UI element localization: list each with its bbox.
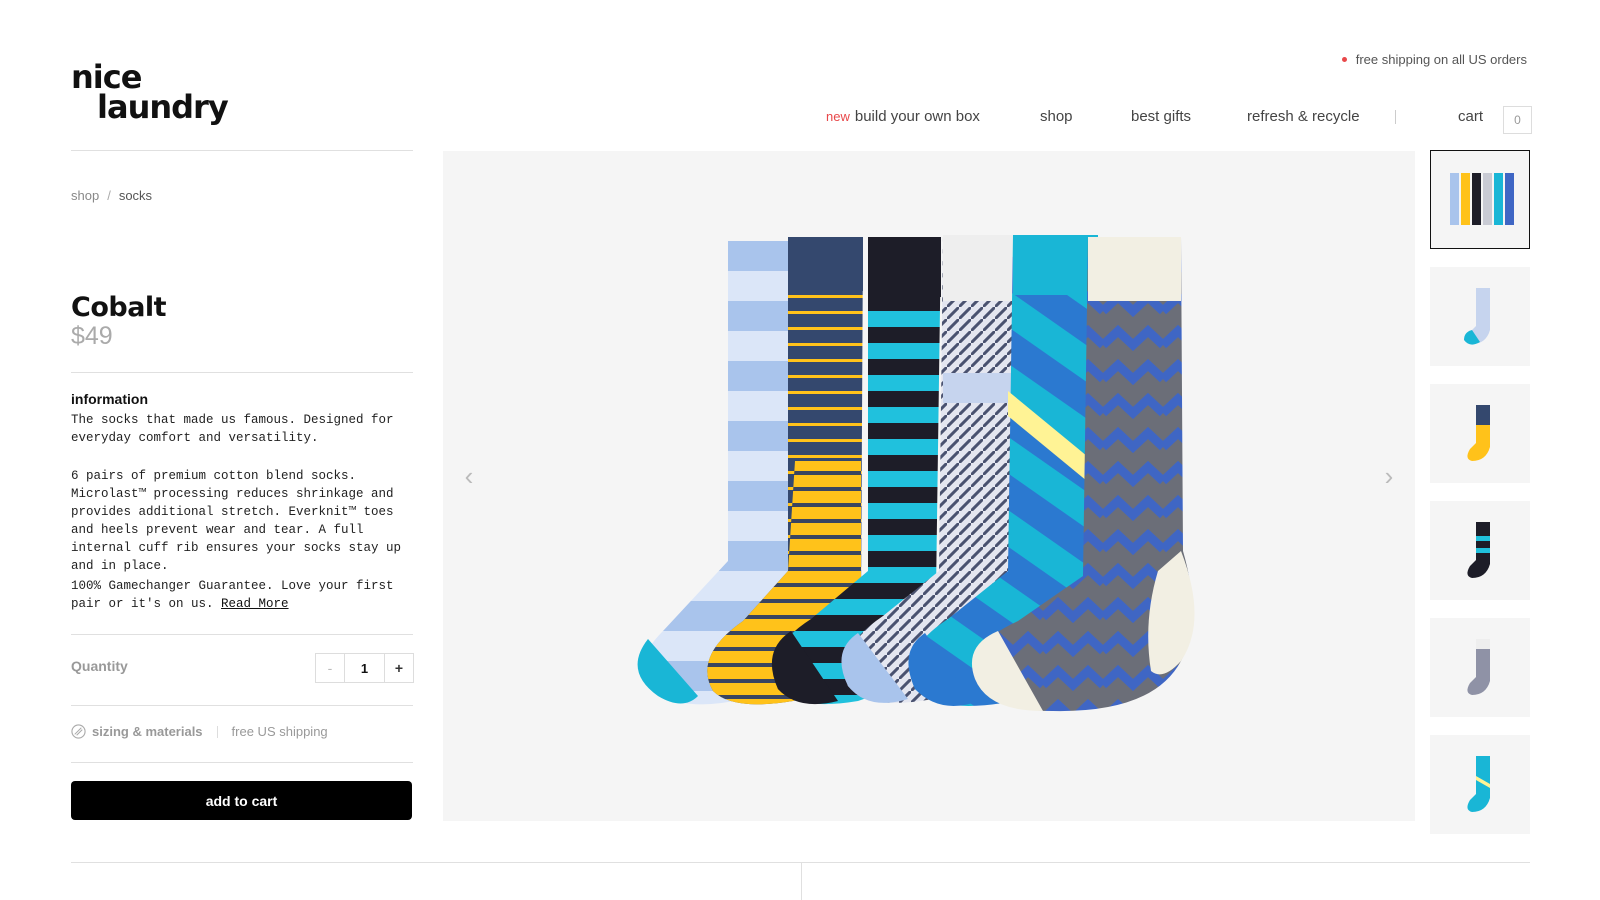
cart-link[interactable]: cart	[1458, 108, 1483, 125]
footer-column-divider	[801, 862, 802, 900]
quantity-value[interactable]: 1	[345, 654, 384, 682]
thumbnail-image	[1467, 404, 1490, 461]
add-to-cart-button[interactable]: add to cart	[71, 781, 412, 820]
divider	[71, 634, 413, 635]
breadcrumb-shop[interactable]: shop	[71, 188, 99, 203]
breadcrumb-socks[interactable]: socks	[119, 188, 152, 203]
nav-refresh-recycle[interactable]: refresh & recycle	[1247, 108, 1360, 125]
thumbnail-light-blue-sock[interactable]	[1430, 267, 1530, 366]
quantity-decrease-button[interactable]: -	[316, 654, 345, 682]
description-features: 6 pairs of premium cotton blend socks. M…	[71, 469, 402, 573]
thumbnail-image	[1467, 755, 1490, 812]
nav-shop[interactable]: shop	[1040, 108, 1073, 125]
divider	[71, 705, 413, 706]
description-guarantee: 100% Gamechanger Guarantee. Love your fi…	[71, 577, 421, 613]
product-title: Cobalt	[71, 292, 167, 323]
thumbnail-herringbone-sock[interactable]	[1430, 618, 1530, 717]
nav-build-your-own-box[interactable]: new build your own box	[826, 108, 980, 125]
cart-count-badge[interactable]: 0	[1503, 106, 1532, 134]
description-intro: The socks that made us famous. Designed …	[71, 413, 394, 445]
nav-label: build your own box	[854, 108, 980, 125]
thumbnail-black-cyan-sock[interactable]	[1430, 501, 1530, 600]
quantity-label: Quantity	[71, 658, 128, 674]
breadcrumb-separator: /	[107, 188, 111, 203]
divider	[71, 372, 413, 373]
thumbnail-image	[1450, 172, 1514, 225]
new-badge: new	[826, 109, 850, 124]
thumbnail-image	[1464, 287, 1490, 345]
promo-dot-icon	[1341, 57, 1347, 63]
thumbnail-list	[1430, 150, 1530, 852]
product-image	[637, 235, 1195, 712]
shipping-promo: free shipping on all US orders	[1341, 52, 1527, 67]
thumbnail-yellow-sock[interactable]	[1430, 384, 1530, 483]
nav-divider	[1395, 110, 1396, 124]
sizing-row: sizing & materials free US shipping	[71, 724, 328, 739]
quantity-stepper: - 1 +	[315, 653, 414, 683]
thumbnail-image	[1467, 521, 1490, 578]
thumbnail-all-socks[interactable]	[1430, 150, 1530, 249]
read-more-link[interactable]: Read More	[221, 597, 289, 611]
thumbnail-image	[1467, 638, 1490, 695]
sizing-icon	[71, 724, 86, 739]
nav-best-gifts[interactable]: best gifts	[1131, 108, 1191, 125]
product-price: $49	[71, 322, 113, 350]
thumbnail-cyan-sock[interactable]	[1430, 735, 1530, 834]
sizing-materials-link[interactable]: sizing & materials	[92, 724, 203, 739]
brand-logo[interactable]: nice laundry	[71, 61, 229, 126]
product-image-gallery: ‹ ›	[443, 151, 1415, 821]
promo-text: free shipping on all US orders	[1355, 52, 1527, 67]
divider	[71, 150, 413, 151]
sizing-separator	[216, 725, 218, 738]
free-shipping-text: free US shipping	[231, 724, 328, 739]
information-heading: information	[71, 391, 148, 407]
breadcrumb: shop / socks	[71, 188, 152, 203]
logo-line-2: laundry	[97, 88, 229, 126]
divider	[71, 762, 413, 763]
quantity-increase-button[interactable]: +	[384, 654, 413, 682]
